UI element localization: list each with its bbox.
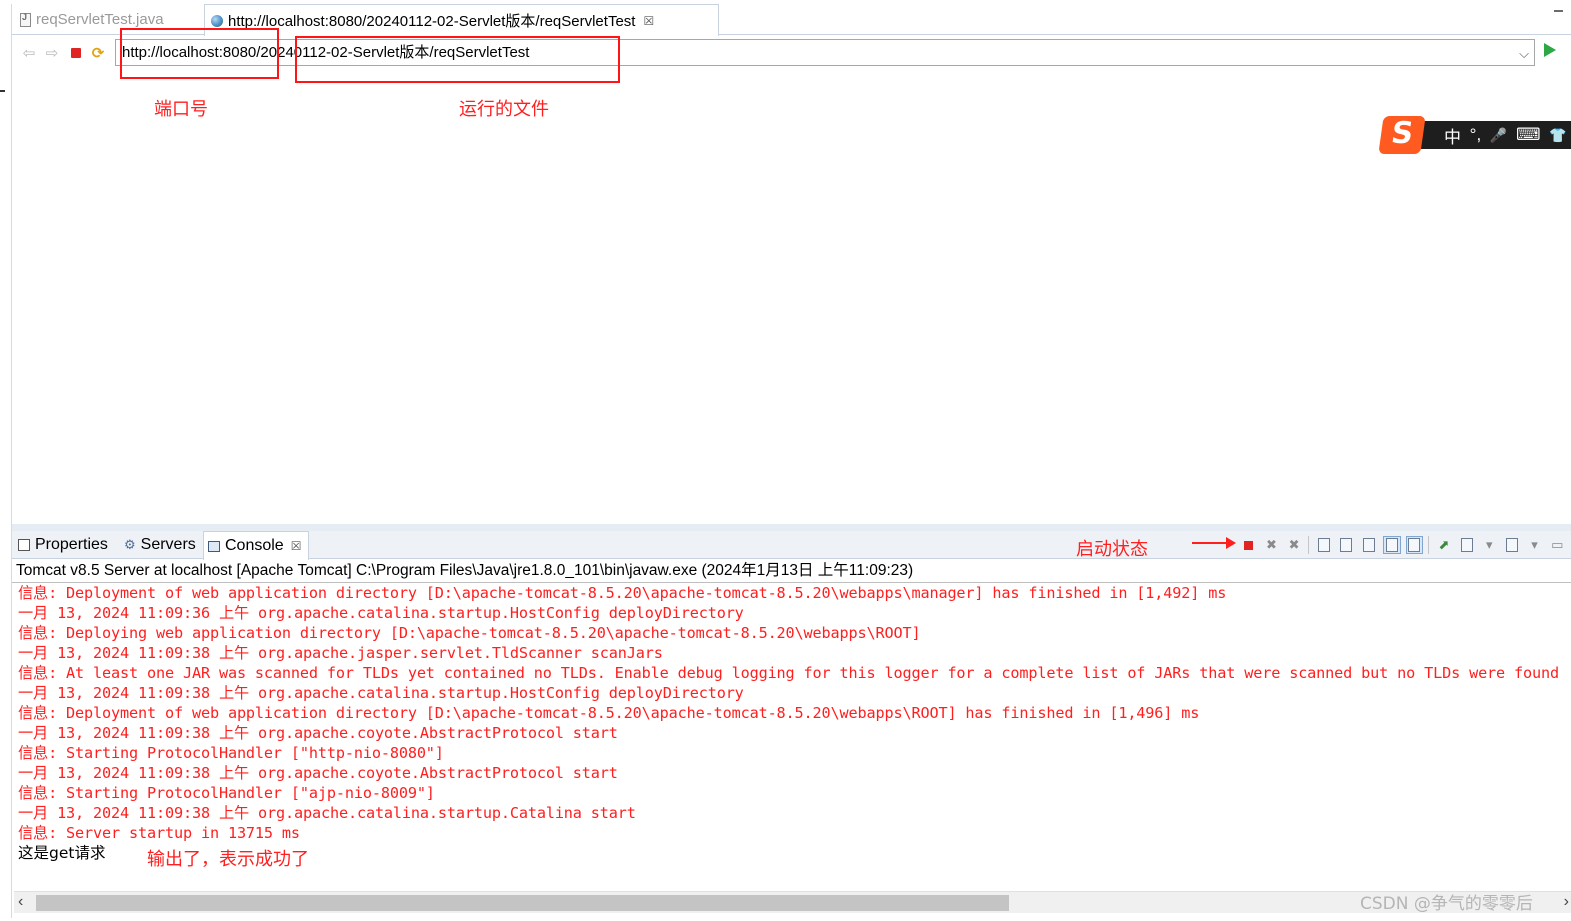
log-line: 一月 13, 2024 11:09:36 上午 org.apache.catal…: [18, 604, 744, 622]
console-icon: [208, 540, 220, 552]
keyboard-icon[interactable]: ⌨: [1516, 125, 1541, 145]
ime-mode-toggle[interactable]: 中: [1444, 123, 1461, 148]
forward-arrow-icon[interactable]: ⇨: [43, 44, 61, 62]
log-line: 信息: Deployment of web application direct…: [18, 704, 1200, 722]
chevron-down-icon[interactable]: ▾: [1526, 536, 1544, 554]
horizontal-scrollbar[interactable]: ‹ ›: [14, 891, 1571, 913]
annotation-status: 启动状态: [1076, 539, 1148, 560]
java-file-icon: [20, 12, 31, 27]
skin-icon[interactable]: 👕: [1549, 127, 1566, 144]
sogou-logo[interactable]: S: [1378, 116, 1426, 154]
go-play-icon[interactable]: [1544, 43, 1556, 57]
toolbar-separator: [1307, 536, 1309, 554]
ime-strip: 中 °, 🎤 ⌨ 👕: [1417, 121, 1571, 149]
properties-icon: [18, 539, 30, 551]
log-line: 信息: At least one JAR was scanned for TLD…: [18, 664, 1560, 682]
tab-console-label: Console: [225, 537, 284, 554]
terminate-icon[interactable]: [1240, 536, 1258, 554]
log-line: 一月 13, 2024 11:09:38 上午 org.apache.jaspe…: [18, 644, 663, 662]
log-line: 信息: Deploying web application directory …: [18, 624, 921, 642]
chevron-down-icon[interactable]: ⌵: [1519, 42, 1529, 65]
console-process-label: Tomcat v8.5 Server at localhost [Apache …: [12, 560, 1571, 583]
tab-properties-label: Properties: [35, 536, 108, 553]
log-line: 一月 13, 2024 11:09:38 上午 org.apache.coyot…: [18, 764, 618, 782]
tab-java-file-label: reqServletTest.java: [36, 11, 164, 28]
pin-console-icon[interactable]: ⬈: [1435, 536, 1453, 554]
minimize-icon[interactable]: ▭: [1548, 536, 1566, 554]
scroll-right-icon[interactable]: ›: [1564, 893, 1569, 911]
panel-sash[interactable]: [12, 524, 1571, 531]
tab-internal-browser[interactable]: http://localhost:8080/20240112-02-Servle…: [204, 4, 719, 36]
close-icon[interactable]: ☒: [291, 539, 302, 553]
show-on-stderr-icon[interactable]: [1405, 536, 1424, 554]
annotation-file: 运行的文件: [459, 99, 549, 120]
toolbar-separator: [1428, 536, 1430, 554]
scrollbar-thumb[interactable]: [36, 895, 1009, 911]
edge-mark: [0, 90, 5, 92]
chevron-down-icon[interactable]: ▾: [1480, 536, 1498, 554]
open-console-icon[interactable]: [1503, 536, 1521, 554]
word-wrap-icon[interactable]: [1360, 536, 1378, 554]
remove-launch-icon[interactable]: ✖: [1263, 536, 1281, 554]
log-line: 一月 13, 2024 11:09:38 上午 org.apache.catal…: [18, 804, 636, 822]
globe-icon: [211, 14, 223, 27]
back-arrow-icon[interactable]: ⇦: [20, 44, 38, 62]
show-on-stdout-icon[interactable]: [1382, 536, 1401, 554]
annotation-output: 输出了，表示成功了: [147, 849, 309, 870]
servlet-output-line: 这是get请求: [18, 844, 106, 862]
log-line: 一月 13, 2024 11:09:38 上午 org.apache.catal…: [18, 684, 744, 702]
console-toolbar: ✖ ✖ ⬈ ▾ ▾ ▭: [1240, 533, 1571, 557]
tab-browser-label: http://localhost:8080/20240112-02-Servle…: [228, 13, 636, 30]
servers-icon: ⚙: [124, 537, 136, 552]
annotation-port: 端口号: [154, 99, 208, 120]
clear-console-icon[interactable]: [1315, 536, 1333, 554]
log-line: 一月 13, 2024 11:09:38 上午 org.apache.coyot…: [18, 724, 618, 742]
tab-servers[interactable]: ⚙ Servers: [124, 531, 196, 559]
ime-punctuation-icon[interactable]: °,: [1470, 125, 1482, 145]
scroll-lock-icon[interactable]: [1338, 536, 1356, 554]
log-line: 信息: Starting ProtocolHandler ["ajp-nio-8…: [18, 784, 435, 802]
log-line: 信息: Deployment of web application direct…: [18, 584, 1227, 602]
sogou-ime-toolbar: 中 °, 🎤 ⌨ 👕 S: [1378, 116, 1571, 154]
annotation-box-port: [120, 28, 279, 79]
tab-properties[interactable]: Properties: [18, 531, 108, 559]
close-icon[interactable]: ☒: [643, 14, 654, 28]
annotation-arrow: [1192, 537, 1236, 549]
microphone-icon[interactable]: 🎤: [1490, 127, 1507, 144]
log-line: 信息: Starting ProtocolHandler ["http-nio-…: [18, 744, 444, 762]
remove-all-icon[interactable]: ✖: [1285, 536, 1303, 554]
csdn-watermark: CSDN @争气的零零后: [1360, 894, 1533, 914]
log-line: 信息: Server startup in 13715 ms: [18, 824, 300, 842]
stop-icon[interactable]: [67, 44, 85, 62]
display-console-icon[interactable]: [1458, 536, 1476, 554]
refresh-icon[interactable]: ⟳: [89, 44, 107, 62]
minimize-icon[interactable]: [1554, 10, 1563, 12]
tab-servers-label: Servers: [140, 536, 196, 553]
annotation-box-file: [295, 36, 620, 83]
scroll-left-icon[interactable]: ‹: [18, 893, 23, 911]
tab-console[interactable]: Console ☒: [203, 531, 309, 560]
